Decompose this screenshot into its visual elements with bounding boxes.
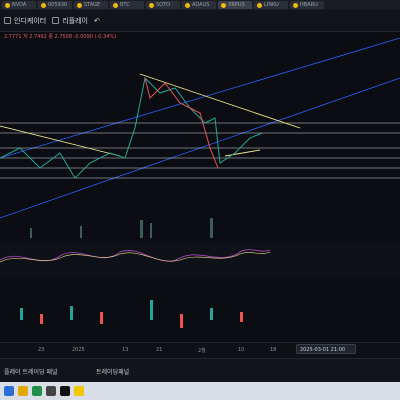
macd-histogram [20, 300, 243, 328]
trading-panel-tab[interactable]: 트레이딩패널 [96, 367, 129, 376]
ticker-icon [185, 2, 190, 8]
tab-btc[interactable]: BTC [110, 1, 144, 9]
kakao-icon[interactable] [74, 386, 84, 396]
ticker-icon [5, 2, 10, 8]
ticker-icon [77, 2, 82, 8]
oscillator-panel [0, 243, 400, 277]
tab-soto[interactable]: SOTO [146, 1, 180, 9]
horizontal-levels [0, 122, 400, 179]
replay-icon [52, 17, 60, 24]
axis-tick: 21 [156, 347, 163, 353]
tab-adaus[interactable]: ADAUS [182, 1, 216, 9]
tab-005930[interactable]: 005930 [38, 1, 72, 9]
trend-channel [0, 38, 400, 219]
ticker-icon [113, 2, 118, 8]
chrome-icon[interactable] [32, 386, 42, 396]
ticker-icon [221, 2, 226, 8]
price-chart[interactable] [0, 38, 400, 348]
price-path [0, 76, 263, 179]
ticker-icon [41, 2, 46, 8]
tab-linku[interactable]: LINKU [254, 1, 288, 9]
trading-panel-label[interactable]: 플레이 트레이딩 패널 [4, 367, 58, 376]
tab-hbaru[interactable]: HBARU [290, 1, 324, 9]
start-icon[interactable] [4, 386, 14, 396]
undo-icon: ↶ [93, 16, 100, 25]
axis-tick: 23 [38, 347, 45, 353]
chart-toolbar: 인디케이터 리플레이 ↶ [0, 10, 400, 32]
ticker-icon [257, 2, 262, 8]
terminal-icon[interactable] [46, 386, 56, 396]
tab-xrpus[interactable]: XRPUS [218, 1, 252, 9]
tab-nvda[interactable]: NVDA [2, 1, 36, 9]
browser-tabbar: NVDA 005930 STAGE BTC SOTO ADAUS XRPUS L… [0, 0, 400, 10]
indicator-icon [4, 17, 11, 24]
indicator-button[interactable]: 인디케이터 [4, 16, 46, 26]
trendlines [0, 73, 301, 157]
explorer-icon[interactable] [18, 386, 28, 396]
axis-tick: 2월 [198, 348, 206, 354]
tradingview-icon[interactable] [60, 386, 70, 396]
undo-button[interactable]: ↶ [94, 17, 100, 25]
axis-tick: 13 [122, 347, 129, 353]
bottom-panel: 플레이 트레이딩 패널 트레이딩패널 [0, 358, 400, 383]
axis-tick: 18 [270, 347, 277, 353]
axis-tick: 10 [238, 347, 245, 353]
axis-tick: 2025 [72, 347, 85, 353]
ticker-icon [293, 2, 298, 8]
volume-bars [30, 218, 213, 238]
tab-stage[interactable]: STAGE [74, 1, 108, 9]
os-taskbar [0, 382, 400, 400]
replay-button[interactable]: 리플레이 [52, 16, 88, 26]
ticker-icon [149, 2, 154, 8]
goto-date-input[interactable]: 2025-03-01 21:00 [296, 344, 356, 354]
